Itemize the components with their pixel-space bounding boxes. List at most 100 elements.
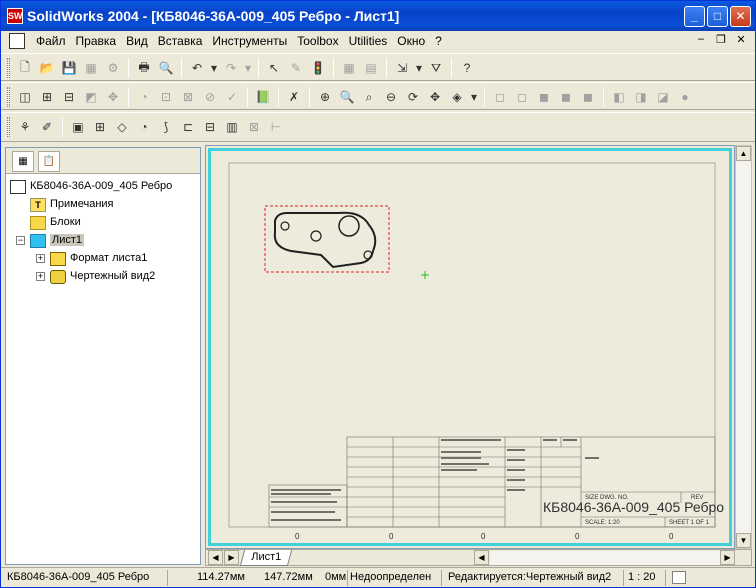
maximize-button[interactable]: □ [707,6,728,27]
select-arrow-icon[interactable]: ↖ [264,58,284,78]
center-mark-icon[interactable]: ⊠ [244,117,264,137]
model-view-icon[interactable]: ◫ [15,87,35,107]
undo-icon[interactable]: ↶ [187,58,207,78]
document-icon[interactable] [9,33,25,49]
close-button[interactable]: ✕ [730,6,751,27]
toolbar-grip[interactable] [7,87,10,107]
menu-insert[interactable]: Вставка [153,34,208,48]
tree-item-annotations[interactable]: T Примечания [8,196,198,214]
hscroll-right-icon[interactable]: ▶ [720,550,735,565]
solidworks-app-icon[interactable]: SW [7,8,23,24]
section-view-3d-icon[interactable]: ◪ [653,87,673,107]
undo-dropdown-icon[interactable]: ▾ [209,58,219,78]
tree-item-drawing-view[interactable]: + Чертежный вид2 [8,268,198,286]
menu-toolbox[interactable]: Toolbox [292,34,343,48]
make-assembly-icon[interactable]: ⚙ [103,58,123,78]
table-icon[interactable]: ▤ [361,58,381,78]
title-bar[interactable]: SW SolidWorks 2004 - [КБ8046-36А-009_405… [1,1,755,31]
projected-view-icon[interactable]: ⊞ [37,87,57,107]
menu-window[interactable]: Окно [392,34,430,48]
perspective-icon[interactable]: ◨ [631,87,651,107]
hscroll-left-icon[interactable]: ◀ [474,550,489,565]
make-drawing-icon[interactable]: ▦ [81,58,101,78]
orientation-dropdown-icon[interactable]: ▾ [469,87,479,107]
open-folder-icon[interactable]: 📂 [37,58,57,78]
datum-feature-icon[interactable]: ⊏ [178,117,198,137]
zoom-area-icon[interactable]: ⌕ [359,87,379,107]
hole-callout-icon[interactable]: ⟆ [156,117,176,137]
select-filter-icon[interactable]: ⇲ [392,58,412,78]
smart-dimension-icon[interactable]: ⚘ [15,117,35,137]
book-icon[interactable]: 📗 [253,87,273,107]
collapse-icon[interactable]: − [16,236,25,245]
standard-views-icon[interactable]: ⊟ [59,87,79,107]
view-orientation-icon[interactable]: ◈ [447,87,467,107]
print-icon[interactable]: 🖶 [134,58,154,78]
zoom-to-fit-icon[interactable]: ⊕ [315,87,335,107]
centerline-icon[interactable]: ⊢ [266,117,286,137]
status-toggle-icon[interactable] [672,571,686,584]
rotate-view-icon[interactable]: ⟳ [403,87,423,107]
tree-item-sheet-format[interactable]: + Формат листа1 [8,250,198,268]
new-file-icon[interactable]: 🗋 [15,58,35,78]
filter-dropdown-icon[interactable]: ▾ [414,58,424,78]
tree-root[interactable]: КБ8046-36А-009_405 Ребро [8,178,198,196]
update-view-icon[interactable]: ✗ [284,87,304,107]
tree-item-blocks[interactable]: Блоки [8,214,198,232]
hidden-lines-visible-icon[interactable]: ◻ [512,87,532,107]
pan-icon[interactable]: ✥ [425,87,445,107]
block-icon[interactable]: ▥ [222,117,242,137]
property-manager-tab[interactable]: 📋 [38,151,60,172]
tree-item-sheet1[interactable]: − Лист1 [8,232,198,250]
mdi-close-icon[interactable]: ✕ [733,33,749,47]
relative-view-icon[interactable]: ✓ [222,87,242,107]
grid-icon[interactable]: ▦ [339,58,359,78]
datum-target-icon[interactable]: ⊟ [200,117,220,137]
detail-view-icon[interactable]: ◔ [134,87,154,107]
wireframe-icon[interactable]: ◻ [490,87,510,107]
help-icon[interactable]: ? [457,58,477,78]
note-icon[interactable]: ▣ [68,117,88,137]
horizontal-scrollbar-track[interactable] [490,551,720,565]
zoom-out-icon[interactable]: ⊖ [381,87,401,107]
minimize-button[interactable]: _ [684,6,705,27]
mdi-minimize-icon[interactable]: – [693,33,709,47]
traffic-light-icon[interactable]: 🚦 [308,58,328,78]
auxiliary-view-icon[interactable]: ◩ [81,87,101,107]
toolbar-grip[interactable] [7,58,10,78]
toolbar-grip[interactable] [7,117,10,137]
save-icon[interactable]: 💾 [59,58,79,78]
section-view-icon[interactable]: ✥ [103,87,123,107]
menu-tools[interactable]: Инструменты [207,34,292,48]
tab-prev-icon[interactable]: ◀ [208,550,223,565]
scroll-up-icon[interactable]: ▲ [736,146,751,161]
scroll-down-icon[interactable]: ▼ [736,533,751,548]
vertical-scrollbar[interactable]: ▲ ▼ [735,145,752,549]
model-items-icon[interactable]: ✐ [37,117,57,137]
broken-view-icon[interactable]: ⊠ [178,87,198,107]
shaded-with-edges-icon[interactable]: ◼ [556,87,576,107]
print-preview-icon[interactable]: 🔍 [156,58,176,78]
menu-file[interactable]: Файл [31,34,71,48]
tab-next-icon[interactable]: ▶ [224,550,239,565]
sketch-pencil-icon[interactable]: ✎ [286,58,306,78]
weld-symbol-icon[interactable]: ◔ [134,117,154,137]
realview-icon[interactable]: ● [675,87,695,107]
drawing-sheet[interactable]: 0 0 0 0 0 КБ8046-36А-009_405 Ребро SIZE … [208,148,732,546]
expand-icon[interactable]: + [36,254,45,263]
menu-help[interactable]: ? [430,34,447,48]
alternate-position-icon[interactable]: ⊘ [200,87,220,107]
sheet-tab[interactable]: Лист1 [239,550,293,566]
redo-dropdown-icon[interactable]: ▾ [243,58,253,78]
shadow-icon[interactable]: ◧ [609,87,629,107]
menu-view[interactable]: Вид [121,34,153,48]
hidden-lines-removed-icon[interactable]: ◼ [534,87,554,107]
menu-utilities[interactable]: Utilities [344,34,393,48]
redo-icon[interactable]: ↷ [221,58,241,78]
zoom-in-icon[interactable]: 🔍 [337,87,357,107]
shaded-icon[interactable]: ◼ [578,87,598,107]
feature-tree-tab[interactable]: ▦ [12,151,34,172]
balloon-icon[interactable]: ⊞ [90,117,110,137]
expand-icon[interactable]: + [36,272,45,281]
graphics-area[interactable]: 0 0 0 0 0 КБ8046-36А-009_405 Ребро SIZE … [205,145,735,549]
